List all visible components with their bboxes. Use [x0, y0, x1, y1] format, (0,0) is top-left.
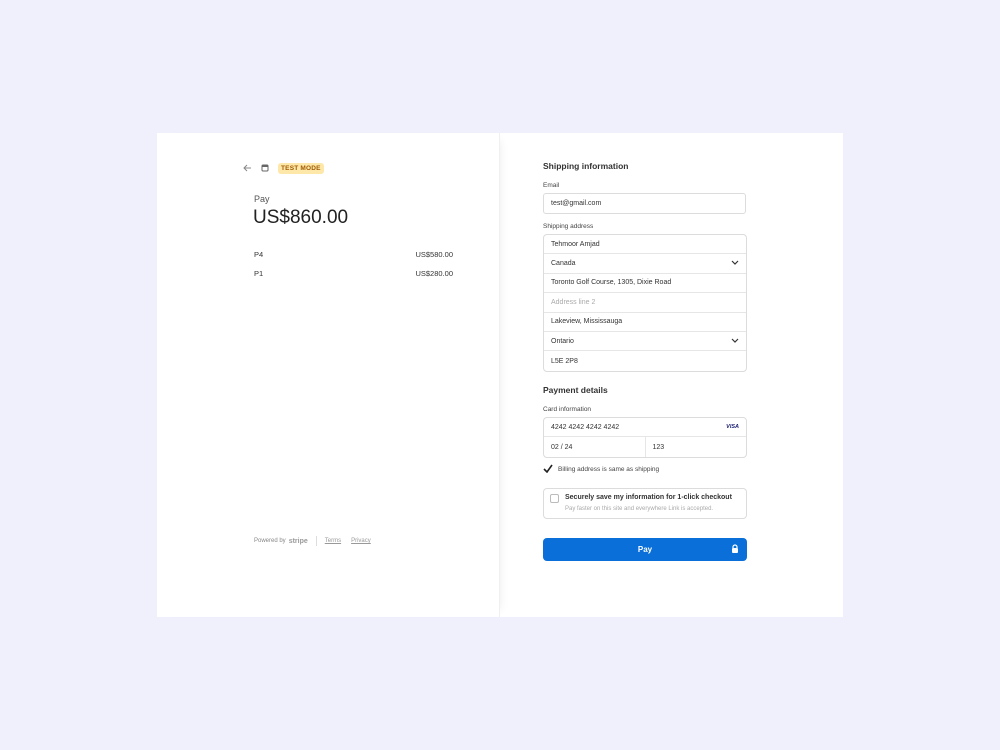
- cvc-field[interactable]: 123: [646, 437, 747, 457]
- terms-link[interactable]: Terms: [325, 538, 341, 544]
- line-item-price: US$280.00: [415, 269, 453, 278]
- chevron-down-icon: [731, 338, 739, 345]
- billing-same-label: Billing address is same as shipping: [558, 466, 660, 473]
- pay-button-label: Pay: [637, 545, 653, 554]
- line-item: P4 US$580.00: [254, 250, 453, 259]
- lock-icon: [731, 544, 739, 556]
- cvc-value: 123: [652, 443, 665, 451]
- chevron-down-icon: [731, 260, 739, 267]
- save-info-subtitle: Pay faster on this site and everywhere L…: [565, 506, 714, 512]
- save-info-option[interactable]: Securely save my information for 1-click…: [543, 488, 747, 519]
- expiry-value: 02 / 24: [551, 443, 573, 451]
- pay-label: Pay: [254, 194, 270, 204]
- save-info-title: Securely save my information for 1-click…: [565, 494, 732, 501]
- address-line1-value: Toronto Golf Course, 1305, Dixie Road: [551, 279, 672, 287]
- card-info-label: Card information: [543, 406, 592, 413]
- country-select[interactable]: Canada: [544, 254, 746, 274]
- checkout-card: TEST MODE Pay US$860.00 P4 US$580.00 P1 …: [157, 133, 843, 617]
- expiry-field[interactable]: 02 / 24: [544, 437, 646, 457]
- checkout-form-panel: Shipping information Email test@gmail.co…: [500, 133, 843, 617]
- powered-by-text: Powered by: [254, 538, 286, 544]
- footer: Powered by stripe Terms Privacy: [254, 536, 381, 546]
- footer-divider: [315, 536, 317, 546]
- total-amount: US$860.00: [253, 207, 349, 228]
- country-value: Canada: [551, 260, 576, 268]
- shipping-address-group: Tehmoor Amjad Canada Toronto Golf Course…: [543, 234, 747, 372]
- city-field[interactable]: Lakeview, Mississauga: [544, 313, 746, 332]
- name-field[interactable]: Tehmoor Amjad: [544, 235, 746, 255]
- province-value: Ontario: [551, 337, 574, 345]
- checkmark-icon: [543, 464, 553, 475]
- address-line2-field[interactable]: Address line 2: [544, 293, 746, 313]
- visa-icon: VISA: [726, 424, 739, 431]
- card-number-value: 4242 4242 4242 4242: [551, 423, 620, 431]
- stripe-logo: stripe: [288, 537, 308, 545]
- summary-topbar: TEST MODE: [242, 162, 324, 174]
- line-item-price: US$580.00: [415, 250, 453, 259]
- store-icon: [260, 162, 270, 174]
- name-value: Tehmoor Amjad: [551, 240, 600, 248]
- order-summary-panel: TEST MODE Pay US$860.00 P4 US$580.00 P1 …: [157, 133, 500, 617]
- postal-code-field[interactable]: L5E 2P8: [544, 351, 746, 370]
- privacy-link[interactable]: Privacy: [351, 538, 371, 544]
- shipping-address-label: Shipping address: [543, 223, 594, 230]
- card-number-field[interactable]: 4242 4242 4242 4242 VISA: [544, 418, 746, 438]
- test-mode-badge: TEST MODE: [278, 162, 324, 174]
- email-field[interactable]: test@gmail.com: [543, 193, 746, 214]
- line-item: P1 US$280.00: [254, 269, 453, 278]
- city-value: Lakeview, Mississauga: [551, 318, 623, 326]
- payment-title: Payment details: [543, 385, 608, 395]
- card-info-group: 4242 4242 4242 4242 VISA 02 / 24 123: [543, 417, 747, 458]
- line-item-name: P4: [254, 250, 264, 259]
- back-arrow-icon[interactable]: [242, 162, 252, 174]
- shipping-title: Shipping information: [543, 161, 629, 171]
- billing-same-checkbox[interactable]: Billing address is same as shipping: [543, 464, 659, 475]
- email-value: test@gmail.com: [551, 200, 602, 207]
- province-select[interactable]: Ontario: [544, 332, 746, 352]
- save-info-checkbox[interactable]: [550, 494, 559, 503]
- address-line2-placeholder: Address line 2: [551, 298, 596, 306]
- email-label: Email: [543, 182, 560, 189]
- line-item-name: P1: [254, 269, 264, 278]
- address-line1-field[interactable]: Toronto Golf Course, 1305, Dixie Road: [544, 274, 746, 294]
- postal-code-value: L5E 2P8: [551, 357, 578, 365]
- pay-button[interactable]: Pay: [543, 538, 747, 561]
